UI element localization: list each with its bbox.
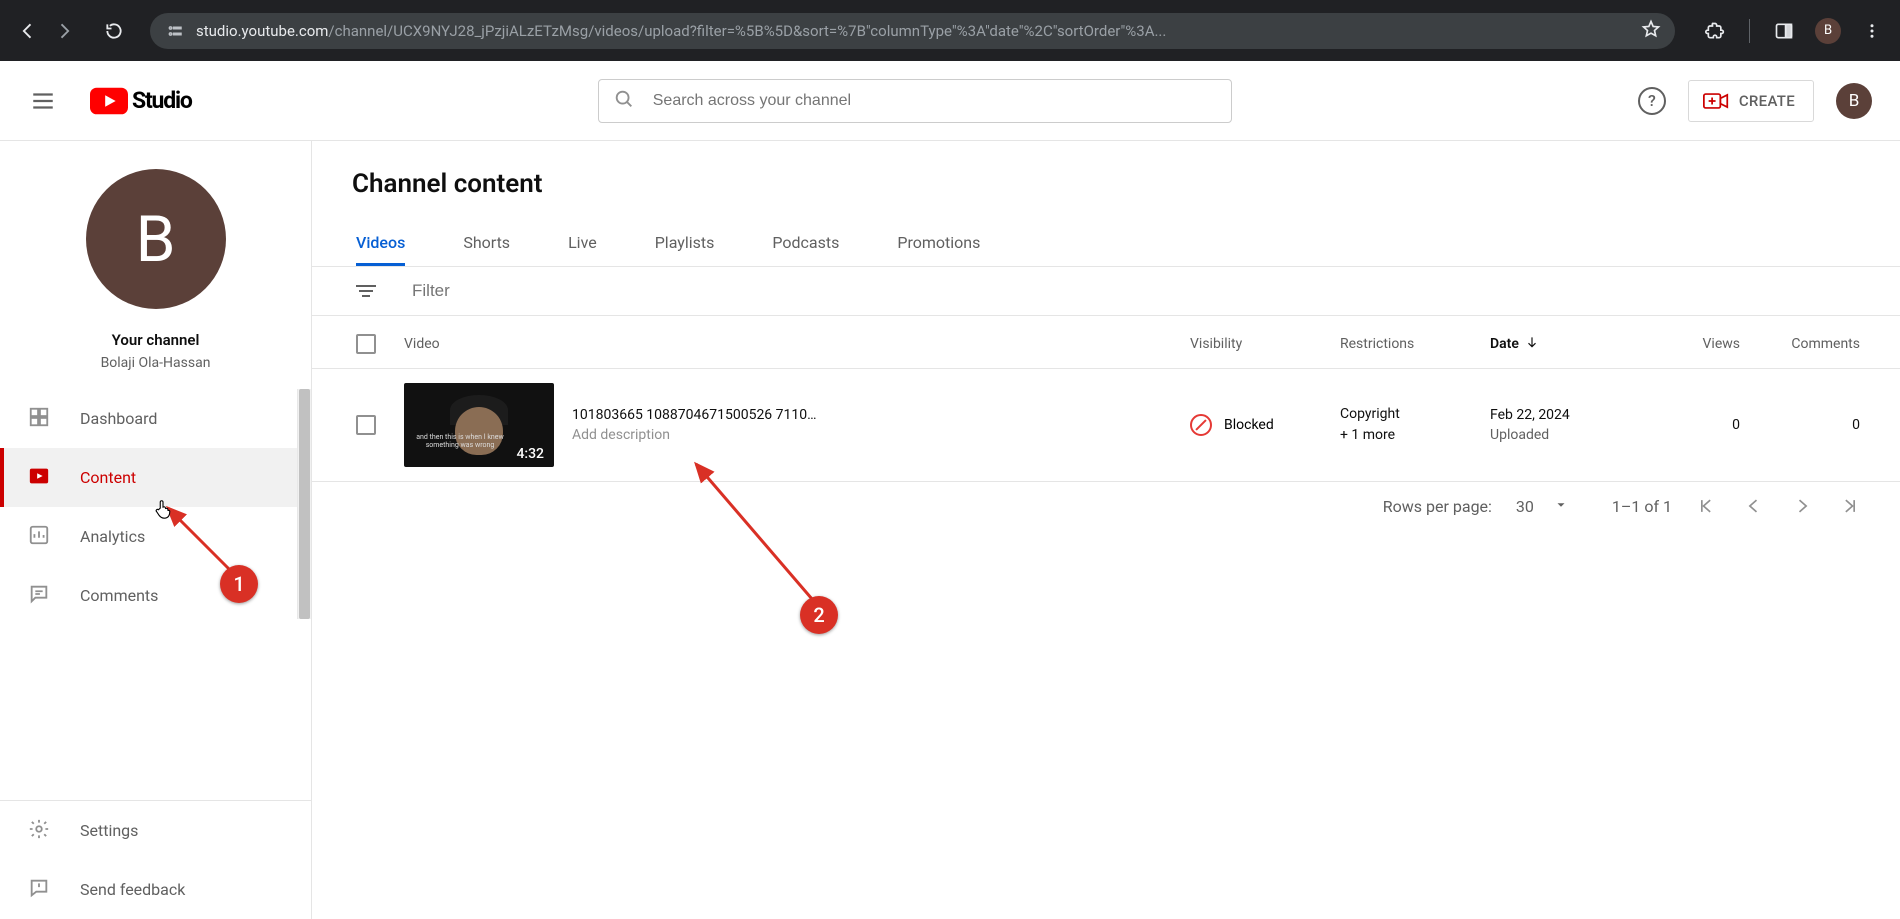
browser-profile-avatar[interactable]: B [1810,13,1846,49]
sidebar-item-settings[interactable]: Settings [0,801,311,860]
sidebar-scrollbar[interactable] [297,389,311,619]
separator [1749,19,1750,43]
sidebar-item-analytics[interactable]: Analytics [0,507,311,566]
channel-name: Bolaji Ola-Hassan [101,355,211,371]
create-button-label: CREATE [1739,92,1795,110]
video-title[interactable]: 101803665 1088704671500526 7110… [572,407,817,423]
rows-per-page-value[interactable]: 30 [1516,497,1534,516]
sidebar-item-dashboard[interactable]: Dashboard [0,389,311,448]
col-comments[interactable]: Comments [1740,336,1860,352]
video-duration: 4:32 [512,445,548,463]
tab-videos[interactable]: Videos [356,233,405,266]
gear-icon [28,818,50,844]
browser-reload-button[interactable] [96,13,132,49]
content-icon [28,465,50,491]
sidebar-item-content[interactable]: Content [0,448,311,507]
extensions-icon[interactable] [1697,13,1733,49]
tab-playlists[interactable]: Playlists [655,233,715,266]
table-row[interactable]: and then this is when I knew something w… [312,369,1900,482]
page-title: Channel content [312,141,1900,199]
sidebar-item-comments[interactable]: Comments [0,566,311,625]
account-avatar[interactable]: B [1836,83,1872,119]
analytics-icon [28,524,50,550]
sidebar-item-label: Analytics [80,527,145,546]
browser-back-button[interactable] [10,13,46,49]
views-value: 0 [1645,417,1740,433]
blocked-icon [1190,414,1212,436]
row-checkbox[interactable] [356,415,376,435]
visibility-value: Blocked [1224,417,1274,433]
browser-omnibox[interactable]: studio.youtube.com/channel/UCX9NYJ28_jPz… [150,13,1675,49]
dashboard-icon [28,406,50,432]
video-description-placeholder[interactable]: Add description [572,427,817,443]
sidebar-item-label: Content [80,468,136,487]
col-visibility[interactable]: Visibility [1190,336,1340,352]
create-icon [1703,91,1729,111]
help-icon[interactable]: ? [1638,87,1666,115]
create-button[interactable]: CREATE [1688,80,1814,122]
main-content: Channel content Videos Shorts Live Playl… [312,141,1900,919]
sidepanel-icon[interactable] [1766,13,1802,49]
pager-next-icon[interactable] [1792,496,1812,516]
browser-forward-button[interactable] [46,13,82,49]
your-channel-label: Your channel [112,331,200,349]
col-date[interactable]: Date [1490,335,1645,353]
studio-header: Studio ? CREATE B [0,61,1900,141]
col-video[interactable]: Video [404,336,1190,352]
browser-toolbar-right: B [1689,13,1890,49]
table-header: Video Visibility Restrictions Date Views… [312,316,1900,369]
site-info-icon[interactable] [164,20,186,42]
pager-first-icon[interactable] [1696,496,1716,516]
comments-value: 0 [1740,417,1860,433]
date-value: Feb 22, 2024 [1490,407,1570,423]
sidebar-nav: Dashboard Content Analytics Comments [0,389,311,625]
filter-icon[interactable] [356,285,376,297]
bookmark-star-icon[interactable] [1641,19,1661,43]
video-thumbnail[interactable]: and then this is when I knew something w… [404,383,554,467]
page-range: 1–1 of 1 [1612,497,1672,516]
sidebar-item-label: Comments [80,586,158,605]
sidebar-item-label: Send feedback [80,880,185,899]
search-input[interactable] [653,92,1217,110]
sidebar: B Your channel Bolaji Ola-Hassan Dashboa… [0,141,312,919]
logo-text: Studio [132,87,192,114]
channel-card: B Your channel Bolaji Ola-Hassan [0,141,311,389]
filter-input[interactable] [412,281,632,301]
col-restrictions[interactable]: Restrictions [1340,336,1490,352]
search-box[interactable] [598,79,1232,123]
youtube-studio-logo[interactable]: Studio [90,87,192,115]
channel-avatar[interactable]: B [86,169,226,309]
dropdown-icon[interactable] [1554,497,1568,516]
restriction-main[interactable]: Copyright [1340,404,1490,425]
tab-podcasts[interactable]: Podcasts [772,233,839,266]
sidebar-item-feedback[interactable]: Send feedback [0,860,311,919]
tab-promotions[interactable]: Promotions [897,233,980,266]
feedback-icon [28,877,50,903]
pager-last-icon[interactable] [1840,496,1860,516]
sidebar-item-label: Dashboard [80,409,157,428]
rows-per-page-label: Rows per page: [1383,497,1492,516]
filter-bar [312,267,1900,316]
menu-icon[interactable] [22,80,64,122]
tab-live[interactable]: Live [568,233,597,266]
pager-prev-icon[interactable] [1744,496,1764,516]
restriction-more[interactable]: + 1 more [1340,425,1490,446]
sort-desc-icon [1525,335,1539,353]
tab-shorts[interactable]: Shorts [463,233,510,266]
date-sub: Uploaded [1490,427,1570,443]
browser-menu-icon[interactable] [1854,13,1890,49]
col-views[interactable]: Views [1645,336,1740,352]
content-tabs: Videos Shorts Live Playlists Podcasts Pr… [312,199,1900,267]
pager: Rows per page: 30 1–1 of 1 [312,482,1900,516]
sidebar-item-label: Settings [80,821,138,840]
comments-icon [28,583,50,609]
browser-chrome: studio.youtube.com/channel/UCX9NYJ28_jPz… [0,0,1900,61]
search-icon [613,88,635,114]
select-all-checkbox[interactable] [356,334,376,354]
browser-url: studio.youtube.com/channel/UCX9NYJ28_jPz… [196,22,1166,40]
